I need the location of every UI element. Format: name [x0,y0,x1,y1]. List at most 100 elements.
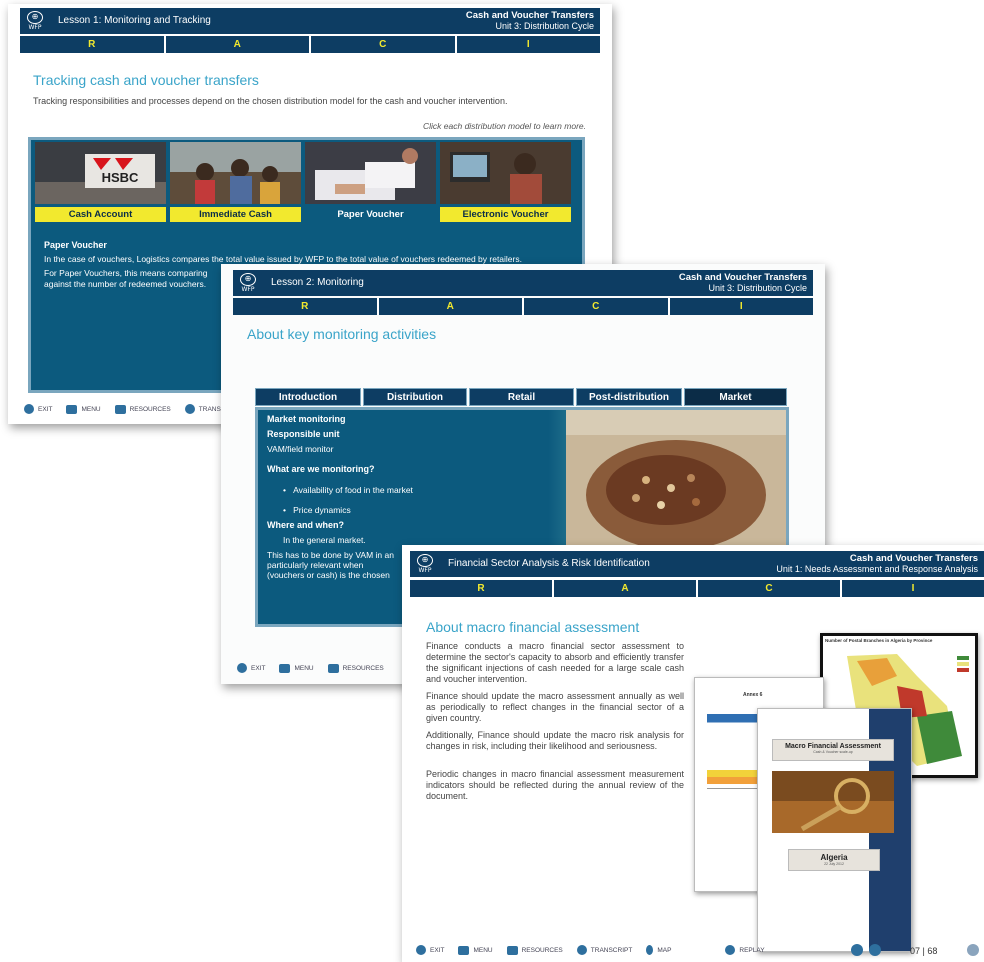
wfp-logo: ⊕ WFP [417,554,433,574]
resources-button[interactable]: RESOURCES [506,945,563,955]
menu-icon [66,404,78,414]
wfp-logo: ⊕ WFP [27,11,43,31]
menu-button[interactable]: MENU [279,663,314,673]
race-nav: R A C I [233,298,813,315]
people-photo [170,142,301,204]
macro-assessment-cover: Macro Financial Assessment Cash & Vouche… [757,708,912,952]
next-button[interactable] [967,944,979,956]
race-nav: R A C I [20,36,600,53]
race-i[interactable]: I [842,580,984,597]
race-i[interactable]: I [669,298,813,315]
race-i[interactable]: I [456,36,600,53]
course-title: Cash and Voucher Transfers [678,272,807,283]
folder-icon [506,945,518,955]
menu-button[interactable]: MENU [458,945,493,955]
footer-bar: EXIT MENU RESOURCES [237,663,384,673]
race-a[interactable]: A [554,580,696,597]
replay-icon [725,945,736,955]
body-paragraph: Additionally, Finance should update the … [426,730,684,751]
tile-immediate-cash[interactable]: Immediate Cash [170,142,301,222]
electronic-photo [440,142,571,204]
course-title: Cash and Voucher Transfers [849,553,978,564]
race-c[interactable]: C [698,580,840,597]
map-button[interactable]: MAP [646,945,671,955]
grains-photo [566,410,786,550]
page-title: Tracking cash and voucher transfers [33,72,259,88]
race-c[interactable]: C [311,36,455,53]
menu-icon [279,663,291,673]
bullet-item: • Price dynamics [283,505,351,515]
tile-electronic-voucher[interactable]: Electronic Voucher [440,142,571,222]
tile-label: Electronic Voucher [440,207,571,222]
monitoring-tabs: Introduction Distribution Retail Post-di… [255,388,787,406]
exit-button[interactable]: EXIT [24,404,52,414]
page-title: About key monitoring activities [247,326,437,342]
tab-introduction[interactable]: Introduction [255,388,361,406]
doc-title: Macro Financial Assessment [785,743,881,750]
body-paragraph: Periodic changes in macro financial asse… [426,769,684,801]
body-line: particularly relevant when [267,560,364,570]
tile-label: Paper Voucher [305,207,436,222]
menu-button[interactable]: MENU [66,404,101,414]
tab-retail[interactable]: Retail [469,388,574,406]
transcript-button[interactable]: TRANSCRIPT [576,945,632,955]
race-a[interactable]: A [165,36,309,53]
responsible-unit-label: Responsible unit [267,429,340,439]
race-r[interactable]: R [410,580,552,597]
exit-button[interactable]: EXIT [237,663,265,673]
transcript-icon [184,404,195,414]
market-monitoring-title: Market monitoring [267,414,346,424]
back-button[interactable] [869,944,881,956]
annex-title: Annex 6 [743,692,763,698]
folder-icon [114,404,126,414]
resources-button[interactable]: RESOURCES [114,404,171,414]
what-monitoring-label: What are we monitoring? [267,464,375,474]
lesson-title: Financial Sector Analysis & Risk Identif… [448,558,650,569]
doc-subtitle: Cash & Voucher scale-up [813,750,853,754]
page-title: About macro financial assessment [426,619,640,635]
replay-button[interactable]: REPLAY [725,945,765,955]
exit-button[interactable]: EXIT [416,945,444,955]
exit-icon [24,404,34,414]
map-pin-icon [646,945,654,955]
tile-label: Immediate Cash [170,207,301,222]
lesson-title: Lesson 2: Monitoring [271,277,364,288]
footer-bar: EXIT MENU RESOURCES TRANSCRIPT [24,404,240,414]
where-when-value: In the general market. [283,535,366,545]
slide-header: ⊕ WFP Lesson 1: Monitoring and Tracking C… [20,8,600,34]
instruction-text: Click each distribution model to learn m… [423,121,586,131]
course-title: Cash and Voucher Transfers [465,10,594,21]
transcript-icon [576,945,587,955]
wfp-logo: ⊕ WFP [240,273,256,293]
slide-financial: ⊕ WFP Financial Sector Analysis & Risk Id… [402,545,984,962]
tab-market[interactable]: Market [684,388,787,406]
hsbc-text: HSBC [102,170,139,185]
exit-icon [416,945,426,955]
unit-title: Unit 1: Needs Assessment and Response An… [776,564,978,574]
voucher-photo [305,142,436,204]
lesson-title: Lesson 1: Monitoring and Tracking [58,15,211,26]
tab-post-distribution[interactable]: Post-distribution [576,388,682,406]
body-paragraph: Finance conducts a macro financial secto… [426,641,684,684]
country-box: Algeria 22 July 2012 [788,849,880,871]
slide-header: ⊕ WFP Lesson 2: Monitoring Cash and Vouch… [233,270,813,296]
race-nav: R A C I [410,580,984,597]
tile-paper-voucher[interactable]: Paper Voucher [305,142,436,222]
race-r[interactable]: R [233,298,377,315]
race-a[interactable]: A [378,298,522,315]
responsible-unit-value: VAM/field monitor [267,444,334,454]
race-r[interactable]: R [20,36,164,53]
race-c[interactable]: C [524,298,668,315]
doc-country: Algeria [820,853,848,862]
body-line: This has to be done by VAM in an [267,550,394,560]
doc-date: 22 July 2012 [824,862,844,866]
pause-button[interactable] [851,944,863,956]
tab-distribution[interactable]: Distribution [363,388,467,406]
menu-icon [458,945,470,955]
body-line: (vouchers or cash) is the chosen [267,570,390,580]
tile-cash-account[interactable]: HSBC Cash Account [35,142,166,222]
resources-button[interactable]: RESOURCES [327,663,384,673]
unit-title: Unit 3: Distribution Cycle [708,283,807,293]
tile-label: Cash Account [35,207,166,222]
unit-title: Unit 3: Distribution Cycle [495,21,594,31]
